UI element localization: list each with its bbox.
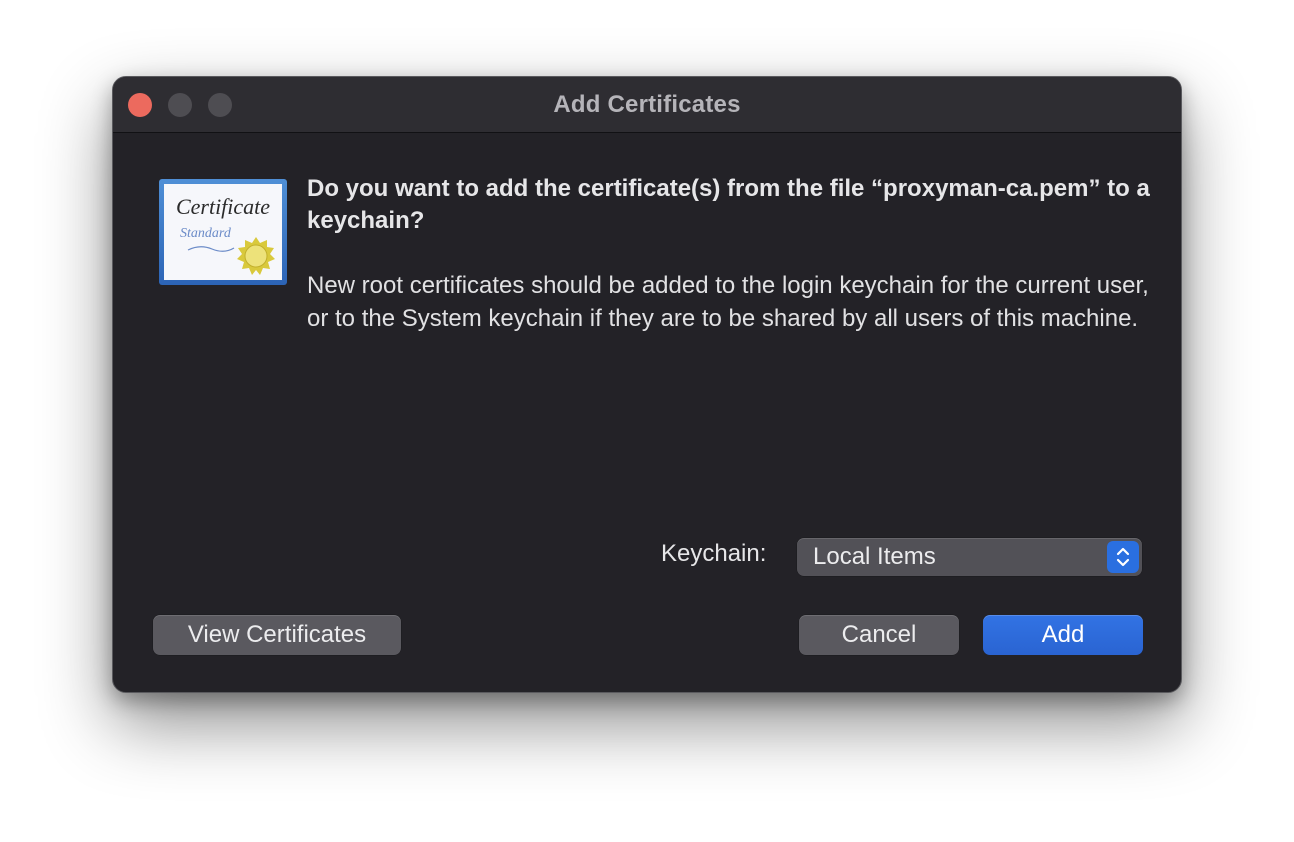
flourish-icon: [187, 246, 235, 252]
add-button[interactable]: Add: [983, 615, 1143, 655]
popup-arrows: [1107, 541, 1139, 573]
keychain-label: Keychain:: [661, 540, 767, 567]
add-certificates-dialog: Add Certificates Certificate Standard Do…: [112, 76, 1182, 693]
dialog-message: New root certificates should be added to…: [307, 272, 1149, 332]
certificate-icon-subtitle: Standard: [180, 226, 231, 241]
window-title: Add Certificates: [553, 91, 741, 118]
dialog-heading: Do you want to add the certificate(s) fr…: [307, 175, 1150, 234]
screen: Add Certificates Certificate Standard Do…: [0, 0, 1294, 842]
title-bar[interactable]: Add Certificates: [113, 77, 1181, 133]
keychain-popup[interactable]: Local Items: [797, 538, 1142, 576]
certificate-icon: Certificate Standard: [159, 179, 287, 285]
certificate-icon-paper: Certificate Standard: [164, 184, 282, 280]
cancel-button[interactable]: Cancel: [799, 615, 959, 655]
view-certificates-button[interactable]: View Certificates: [153, 615, 401, 655]
seal-icon: [237, 237, 275, 275]
certificate-icon-word: Certificate: [175, 194, 271, 219]
chevron-up-down-icon: [1116, 547, 1130, 567]
keychain-popup-value: Local Items: [813, 543, 936, 570]
